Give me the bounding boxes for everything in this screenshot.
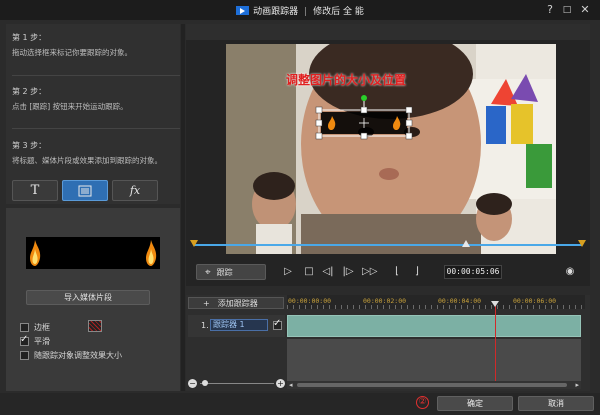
preview-scrubber[interactable] [190,240,586,250]
preview-toolbar [186,24,590,40]
app-title: 动画跟踪器 [253,7,299,17]
border-checkbox[interactable] [20,323,29,332]
app-logo-icon [236,6,250,15]
scrubber-track[interactable] [194,244,582,246]
maximize-button[interactable]: □ [560,3,574,17]
step-divider [12,75,180,76]
step-3-desc: 将标题、媒体片段或效果添加到跟踪的对象。 [12,156,162,165]
scroll-left-icon[interactable]: ◂ [289,381,293,389]
step-2: 第 2 步： 点击 [跟踪] 按钮来开始运动跟踪。 [12,86,180,112]
mark-in-handle[interactable] [190,240,198,247]
app-subtitle: 修改后 全 能 [313,7,364,17]
import-media-button[interactable]: 导入媒体片段 [26,290,150,305]
step-2-heading: 第 2 步： [12,87,47,96]
border-color-swatch[interactable] [88,320,102,332]
option-border[interactable]: 边框 [20,322,50,333]
preview-panel: 调整图片的大小及位置 ⌖ 跟踪 ▷ □ ◁| |▷ ▷▷ ⌊ ⌋ 00:00:0… [186,24,590,286]
panel-splitter[interactable] [181,24,185,391]
add-tracker-button[interactable]: + 添加跟踪器 [188,297,284,309]
ruler-tick: 00:00:04:00 [438,297,482,305]
ruler-tick: 00:00:02:00 [363,297,407,305]
scrubber-thumb[interactable] [462,240,470,247]
step-1: 第 1 步： 拖动选择框来标记你要跟踪的对象。 [12,32,180,58]
timecode-display[interactable]: 00:00:05:06 [444,265,502,279]
previous-frame-icon[interactable]: ◁| [322,266,334,278]
step-1-heading: 第 1 步： [12,33,47,42]
media-clip-thumbnail [26,237,160,269]
fast-forward-icon[interactable]: ▷▷ [362,266,377,278]
track-name-field[interactable]: 跟踪器 1 [210,319,268,331]
add-tracker-label: 添加跟踪器 [217,298,258,308]
playback-controls: ⌖ 跟踪 ▷ □ ◁| |▷ ▷▷ ⌊ ⌋ 00:00:05:06 ◉ [186,260,590,284]
media-mode-button[interactable] [62,180,108,201]
title-separator: | [304,7,308,17]
step-divider [12,128,180,129]
scroll-right-icon[interactable]: ▸ [575,381,579,389]
option-resize-effect[interactable]: 随跟踪对象调整效果大小 [20,350,122,361]
flame-icon [30,240,41,266]
stop-icon[interactable]: □ [303,266,315,278]
zoom-slider-thumb[interactable] [202,380,208,386]
timeline-ruler[interactable]: 00:00:00:00 00:00:02:00 00:00:04:00 00:0… [287,295,585,309]
playhead-handle[interactable] [491,301,499,307]
track-button-label: 跟踪 [216,267,233,277]
step-3: 第 3 步： 将标题、媒体片段或效果添加到跟踪的对象。 [12,140,180,166]
media-icon [78,185,92,196]
smooth-checkbox[interactable] [20,334,29,346]
next-frame-icon[interactable]: |▷ [342,266,354,278]
step-marker: ② [416,396,429,409]
media-options-panel: 导入媒体片段 边框 平滑 随跟踪对象调整效果大小 [6,208,180,391]
cancel-button[interactable]: 取消 [518,396,594,411]
crosshair-icon: ⌖ [205,266,211,278]
mark-in-icon[interactable]: ⌊ [391,266,403,278]
step-1-desc: 拖动选择框来标记你要跟踪的对象。 [12,48,132,57]
close-button[interactable]: ✕ [578,3,592,17]
border-label: 边框 [34,323,50,332]
ruler-marks [287,305,585,309]
track-enable-checkbox[interactable] [273,318,282,330]
ok-button[interactable]: 确定 [437,396,513,411]
flame-icon [146,240,157,266]
resize-effect-label: 随跟踪对象调整效果大小 [34,351,122,360]
smooth-label: 平滑 [34,337,50,346]
step-2-desc: 点击 [跟踪] 按钮来开始运动跟踪。 [12,102,128,111]
zoom-in-icon[interactable]: + [276,379,285,388]
tracker-clip[interactable] [287,315,581,337]
title-icon: T [30,183,40,198]
resize-effect-checkbox[interactable] [20,351,29,360]
timeline-panel: + 添加跟踪器 00:00:00:00 00:00:02:00 00:00:04… [186,295,590,391]
resize-hint-text: 调整图片的大小及位置 [286,73,407,87]
eye-icon[interactable]: ◉ [564,266,576,278]
effect-icon: fx [129,184,141,197]
tracker-track-header[interactable]: 1. 跟踪器 1 [188,315,285,337]
help-button[interactable]: ? [543,3,557,17]
mark-out-handle[interactable] [578,240,586,247]
mark-out-icon[interactable]: ⌋ [411,266,423,278]
video-preview[interactable]: 调整图片的大小及位置 [226,44,556,254]
title-mode-button[interactable]: T [12,180,58,201]
zoom-slider-track[interactable] [200,383,274,384]
ruler-tick: 00:00:00:00 [288,297,332,305]
step-3-heading: 第 3 步： [12,141,47,150]
zoom-out-icon[interactable]: − [188,379,197,388]
effect-mode-button[interactable]: fx [112,180,158,201]
scrollbar-thumb[interactable] [297,383,567,387]
track-button[interactable]: ⌖ 跟踪 [196,264,266,280]
timeline-scrollbar[interactable]: ◂ ▸ [287,381,581,389]
ruler-tick: 00:00:06:00 [513,297,557,305]
title-bar: 动画跟踪器 | 修改后 全 能 ? □ ✕ [0,0,600,20]
option-smooth[interactable]: 平滑 [20,334,50,347]
track-number: 1. [201,321,209,330]
window-title: 动画跟踪器 | 修改后 全 能 [0,4,600,17]
play-icon[interactable]: ▷ [282,266,294,278]
zoom-control: − + [188,379,285,389]
instructions-panel: 第 1 步： 拖动选择框来标记你要跟踪的对象。 第 2 步： 点击 [跟踪] 按… [6,24,180,204]
plus-icon: + [203,298,210,308]
empty-track-area [287,339,581,381]
timeline-playhead[interactable] [495,302,496,381]
